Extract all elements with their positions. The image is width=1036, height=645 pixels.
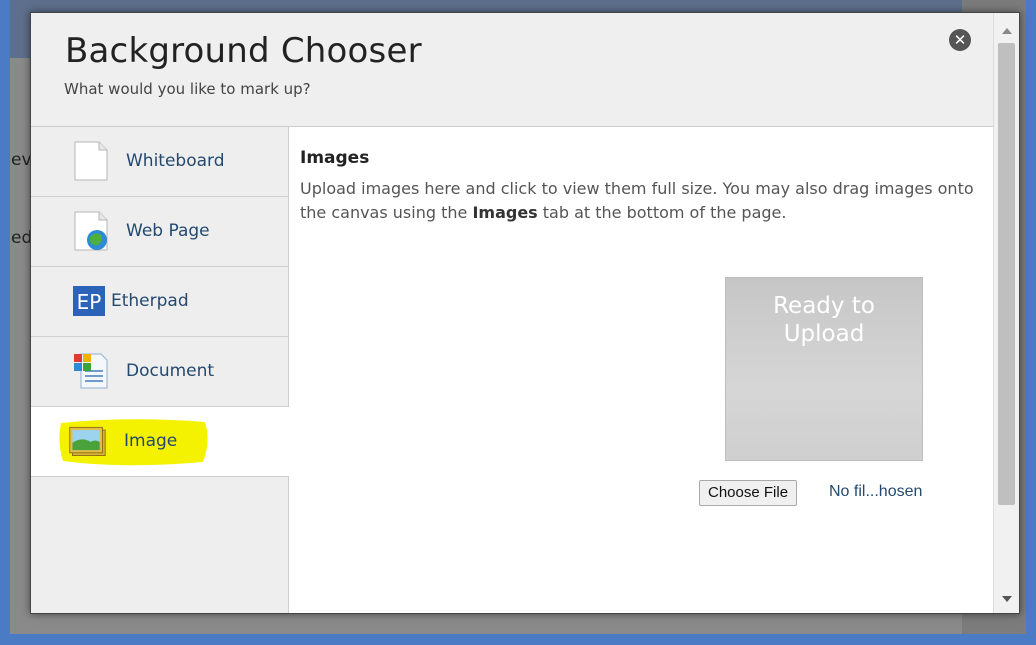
sidebar-item-label: Web Page: [126, 221, 210, 241]
choose-file-button[interactable]: Choose File: [699, 480, 798, 506]
web-page-icon: [74, 211, 108, 251]
sidebar-item-etherpad[interactable]: EP Etherpad: [31, 267, 288, 337]
document-icon: [74, 353, 108, 389]
description-text: tab at the bottom of the page.: [537, 203, 787, 222]
sidebar-item-whiteboard[interactable]: Whiteboard: [31, 127, 288, 197]
sidebar-item-image[interactable]: Image: [31, 407, 289, 477]
modal-title: Background Chooser: [65, 31, 422, 71]
section-title: Images: [300, 148, 370, 168]
sidebar-item-label: Document: [126, 361, 215, 381]
blank-document-icon: [74, 141, 108, 181]
upload-dropzone-line: Ready to: [773, 293, 875, 319]
upload-dropzone[interactable]: Ready to Upload: [725, 277, 923, 461]
image-icon: [69, 426, 106, 456]
sidebar-item-label: Etherpad: [111, 291, 189, 311]
sidebar-item-label: Image: [124, 431, 178, 451]
close-icon[interactable]: ✕: [949, 29, 971, 51]
background-text-fragment: ev: [11, 150, 32, 170]
background-chooser-modal: Background Chooser What would you like t…: [30, 12, 1020, 614]
file-status-text: No fil...hosen: [829, 483, 923, 500]
sidebar-item-label: Whiteboard: [126, 151, 225, 171]
svg-text:EP: EP: [77, 290, 102, 314]
scrollbar-thumb[interactable]: [998, 43, 1015, 505]
images-tab-reference: Images: [472, 203, 538, 222]
scroll-up-arrow-icon[interactable]: [1002, 28, 1012, 34]
sidebar-item-web-page[interactable]: Web Page: [31, 197, 288, 267]
upload-dropzone-line: Upload: [783, 321, 865, 347]
content-panel: Images Upload images here and click to v…: [289, 127, 993, 613]
modal-scrollbar[interactable]: [993, 13, 1019, 613]
sidebar-item-document[interactable]: Document: [31, 337, 288, 407]
chooser-sidebar: Whiteboard Web Page EP Etherpad Document…: [31, 127, 289, 613]
modal-header: Background Chooser What would you like t…: [31, 13, 993, 127]
modal-subtitle: What would you like to mark up?: [64, 80, 311, 98]
scroll-down-arrow-icon[interactable]: [1002, 596, 1012, 602]
section-description: Upload images here and click to view the…: [300, 177, 980, 225]
etherpad-icon: EP: [73, 286, 105, 316]
